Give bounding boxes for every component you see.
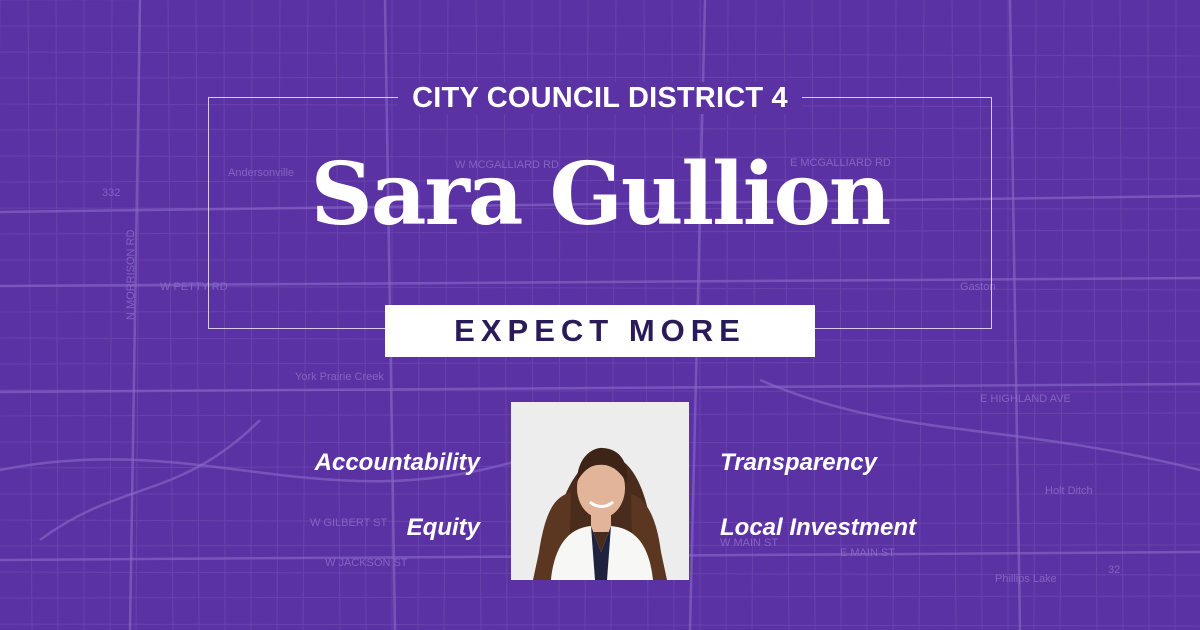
district-heading: CITY COUNCIL DISTRICT 4 <box>0 82 1200 114</box>
map-label-road-10: E MAIN ST <box>840 547 895 559</box>
map-label-road-12: Holt Ditch <box>1045 485 1093 497</box>
value-accountability: Accountability <box>314 449 480 476</box>
map-label-road-16: 32 <box>1108 564 1120 576</box>
map-label-road-6: E HIGHLAND AVE <box>980 393 1071 405</box>
value-transparency: Transparency <box>720 449 877 476</box>
map-label-road-11: Phillips Lake <box>995 573 1057 585</box>
value-local-investment: Local Investment <box>720 514 917 541</box>
candidate-portrait-icon <box>511 402 689 580</box>
value-equity: Equity <box>406 514 480 541</box>
tagline-badge: EXPECT MORE <box>385 305 815 357</box>
district-label: CITY COUNCIL DISTRICT 4 <box>398 82 802 114</box>
campaign-banner: W MCGALLIARD RD E MCGALLIARD RD W PETTY … <box>0 0 1200 630</box>
map-label-road-8: W JACKSON ST <box>325 557 408 569</box>
candidate-name: Sara Gullion <box>310 144 892 245</box>
map-label-road-5: York Prairie Creek <box>295 371 384 383</box>
